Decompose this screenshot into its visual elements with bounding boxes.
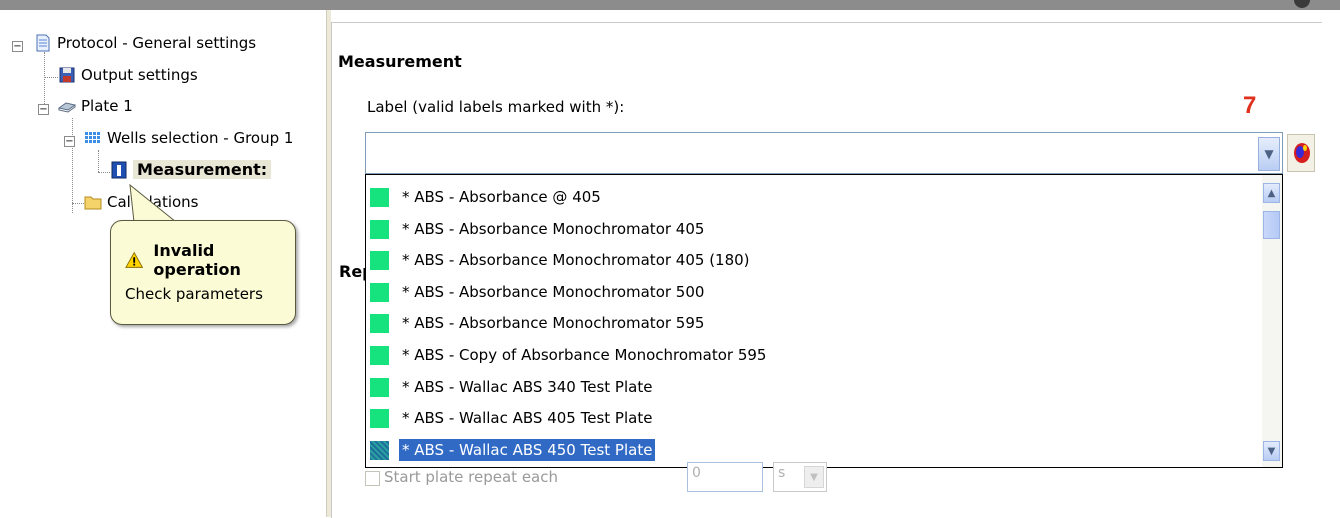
- window-top-bar: [0, 0, 1340, 10]
- chevron-down-icon: ▼: [1267, 445, 1276, 457]
- label-combobox[interactable]: ▼: [365, 132, 1283, 174]
- label-dropdown-list[interactable]: * ABS - Absorbance @ 405 * ABS - Absorba…: [365, 174, 1283, 468]
- folder-icon: [84, 196, 102, 210]
- document-icon: [36, 34, 50, 52]
- tree-node-protocol[interactable]: Protocol - General settings: [34, 34, 256, 52]
- label-field-caption: Label (valid labels marked with *):: [367, 98, 625, 116]
- tooltip-message: Check parameters: [125, 285, 263, 303]
- tree-connector: [72, 118, 73, 213]
- valid-label-swatch: [370, 313, 389, 333]
- list-item[interactable]: * ABS - Wallac ABS 340 Test Plate: [370, 373, 655, 401]
- palette-icon: [1294, 143, 1310, 163]
- list-item[interactable]: * ABS - Absorbance Monochromator 405: [370, 215, 707, 243]
- chevron-up-icon: ▲: [1267, 187, 1276, 199]
- list-item[interactable]: * ABS - Wallac ABS 405 Test Plate: [370, 404, 655, 432]
- step-annotation: 7: [1243, 92, 1257, 119]
- tree-expander-plate[interactable]: −: [38, 104, 49, 115]
- window-corner-icon: [1294, 0, 1310, 8]
- tree-node-output-settings[interactable]: Output settings: [58, 66, 198, 84]
- invalid-operation-tooltip: Invalid operation Check parameters: [110, 220, 296, 325]
- list-item-label: * ABS - Absorbance Monochromator 405 (18…: [402, 251, 750, 269]
- plate-repeat-label: Start plate repeat each: [384, 468, 559, 486]
- scroll-up-button[interactable]: ▲: [1263, 183, 1280, 203]
- tooltip-pointer: [129, 184, 178, 223]
- list-item[interactable]: * ABS - Absorbance Monochromator 500: [370, 278, 707, 306]
- tree-connector: [44, 77, 58, 78]
- valid-label-swatch: [370, 250, 389, 270]
- tree-connector: [98, 172, 110, 173]
- unit-select-value: s: [778, 465, 786, 481]
- list-item-label: * ABS - Wallac ABS 340 Test Plate: [402, 378, 653, 396]
- list-item-label: * ABS - Absorbance Monochromator 595: [402, 314, 705, 332]
- combo-dropdown-button[interactable]: ▼: [1258, 137, 1280, 171]
- list-item-label: * ABS - Copy of Absorbance Monochromator…: [402, 346, 767, 364]
- unit-select-button[interactable]: ▼: [804, 466, 824, 488]
- list-item[interactable]: * ABS - Absorbance @ 405: [370, 183, 604, 211]
- scroll-down-button[interactable]: ▼: [1263, 441, 1280, 461]
- scroll-thumb[interactable]: [1263, 211, 1280, 239]
- save-icon: [59, 67, 75, 83]
- list-item[interactable]: * ABS - Absorbance Monochromator 595: [370, 309, 707, 337]
- tree-node-wells-selection[interactable]: Wells selection - Group 1: [84, 129, 293, 147]
- tree-node-measurement[interactable]: Measurement:: [110, 160, 272, 179]
- tree-node-label: Protocol - General settings: [57, 34, 257, 52]
- valid-label-swatch: [370, 377, 389, 397]
- list-item[interactable]: * ABS - Absorbance Monochromator 405 (18…: [370, 246, 753, 274]
- tree-expander-wells[interactable]: −: [64, 136, 75, 147]
- tree-node-label: Measurement:: [133, 160, 272, 179]
- tree-node-label: Wells selection - Group 1: [107, 129, 294, 147]
- valid-label-swatch: [370, 282, 389, 302]
- tooltip-title: Invalid operation: [125, 241, 295, 279]
- tree-expander-protocol[interactable]: −: [12, 41, 23, 52]
- dropdown-scrollbar[interactable]: ▲ ▼: [1262, 175, 1282, 467]
- valid-label-swatch: [370, 440, 389, 460]
- valid-label-swatch: [370, 345, 389, 365]
- tree-node-plate-1[interactable]: Plate 1: [58, 97, 133, 115]
- valid-label-swatch: [370, 219, 389, 239]
- warning-icon: [125, 251, 144, 268]
- label-editor-button[interactable]: [1287, 134, 1315, 172]
- plate-repeat-unit-select[interactable]: s ▼: [773, 462, 827, 492]
- list-item-label: * ABS - Absorbance @ 405: [402, 188, 601, 206]
- grid-icon: [85, 132, 100, 143]
- tree-node-label: Output settings: [81, 66, 198, 84]
- list-item-label: * ABS - Wallac ABS 450 Test Plate: [397, 438, 657, 462]
- list-item-label: * ABS - Absorbance Monochromator 405: [402, 220, 705, 238]
- plate-repeat-interval-input[interactable]: 0: [687, 462, 763, 492]
- chevron-down-icon: ▼: [810, 471, 818, 483]
- plate-repeat-checkbox[interactable]: [365, 471, 380, 486]
- valid-label-swatch: [370, 187, 389, 207]
- plate-icon: [58, 102, 76, 113]
- list-item-label: * ABS - Absorbance Monochromator 500: [402, 283, 705, 301]
- tree-connector: [44, 52, 45, 112]
- tree-connector: [72, 203, 84, 204]
- list-item-selected[interactable]: * ABS - Wallac ABS 450 Test Plate: [370, 436, 657, 464]
- chevron-down-icon: ▼: [1264, 147, 1274, 161]
- tree-node-label: Plate 1: [81, 97, 133, 115]
- tree-connector: [98, 150, 99, 172]
- list-item[interactable]: * ABS - Copy of Absorbance Monochromator…: [370, 341, 769, 369]
- valid-label-swatch: [370, 408, 389, 428]
- measurement-icon: [111, 161, 127, 178]
- section-title: Measurement: [338, 52, 462, 71]
- tooltip-title-text: Invalid operation: [153, 241, 241, 279]
- list-item-label: * ABS - Wallac ABS 405 Test Plate: [402, 409, 653, 427]
